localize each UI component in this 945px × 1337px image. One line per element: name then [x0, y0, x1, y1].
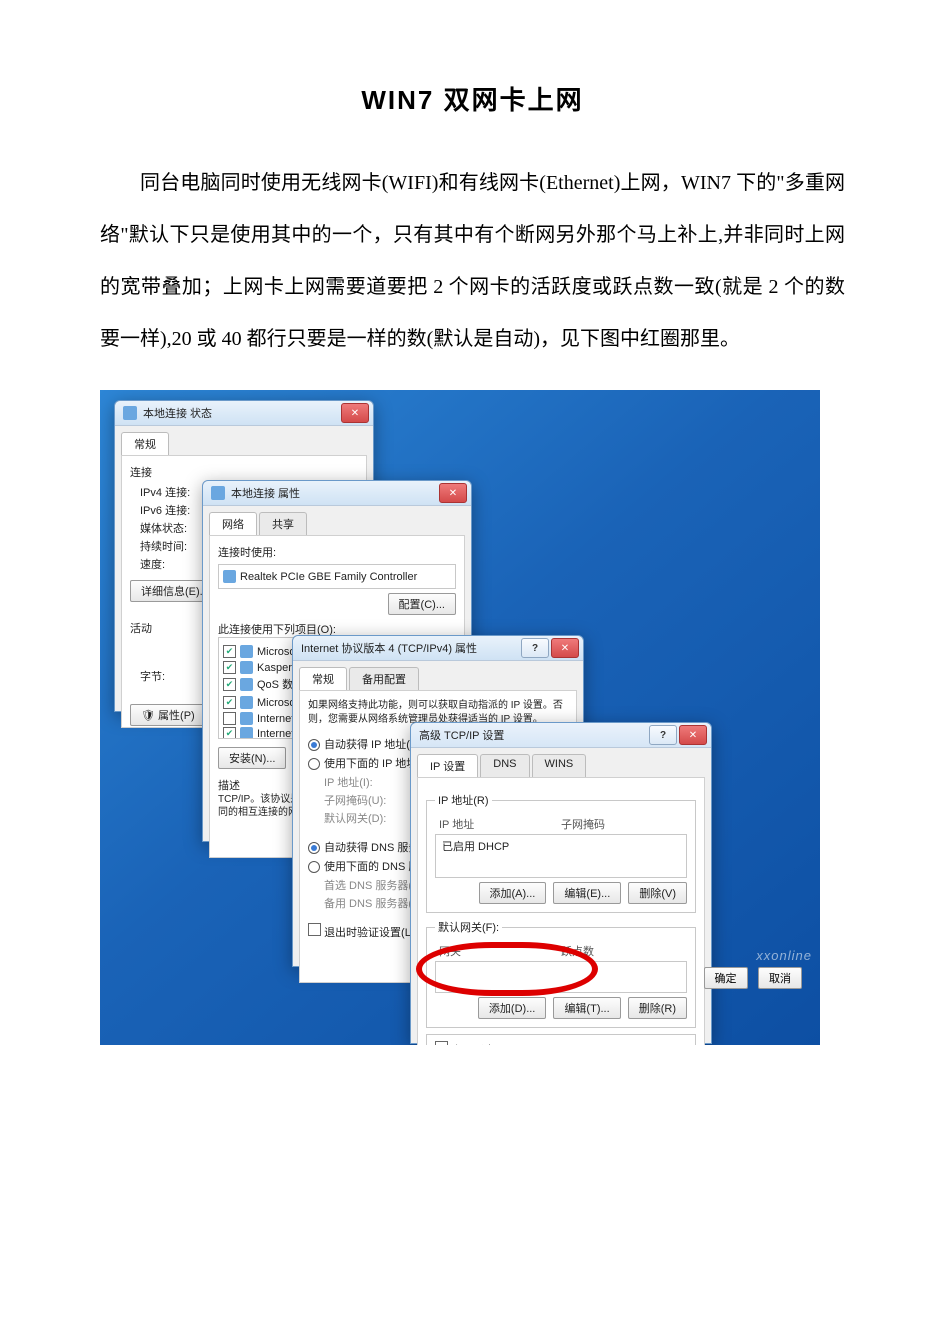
delete-gw-button[interactable]: 删除(R): [628, 997, 687, 1019]
ipv6-label: IPv6 连接:: [140, 502, 190, 518]
radio-use-dns[interactable]: [308, 861, 320, 873]
section-connection: 连接: [130, 464, 358, 480]
auto-metric-checkbox[interactable]: [435, 1041, 448, 1045]
tab-ip-settings[interactable]: IP 设置: [417, 754, 478, 777]
window-icon: [123, 406, 137, 420]
tab-dns[interactable]: DNS: [480, 754, 529, 777]
use-dns-label: 使用下面的 DNS 服: [324, 861, 419, 873]
col-mask: 子网掩码: [561, 816, 683, 832]
close-button[interactable]: ✕: [551, 638, 579, 658]
add-gw-button[interactable]: 添加(D)...: [478, 997, 546, 1019]
doc-title: WIN7 双网卡上网: [100, 80, 845, 117]
gateway-group: 默认网关(F): 网关跃点数 添加(D)... 编辑(T)... 删除(R): [426, 919, 696, 1028]
ip-address-legend: IP 地址(R): [435, 792, 492, 808]
tab-alt-config[interactable]: 备用配置: [349, 667, 419, 690]
checkbox-checked-icon[interactable]: ✔: [223, 678, 236, 691]
gateway-label: 默认网关(D):: [324, 810, 386, 826]
component-icon: [240, 727, 253, 739]
configure-button[interactable]: 配置(C)...: [388, 593, 456, 615]
radio-auto-ip[interactable]: [308, 739, 320, 751]
component-icon: [240, 696, 253, 709]
adapter-icon: [223, 570, 236, 583]
close-button[interactable]: ✕: [679, 725, 707, 745]
auto-ip-label: 自动获得 IP 地址(O): [324, 739, 422, 751]
tab-general[interactable]: 常规: [121, 432, 169, 455]
media-label: 媒体状态:: [140, 520, 187, 536]
gateway-list[interactable]: [435, 961, 687, 993]
window-icon: [211, 486, 225, 500]
tab-network[interactable]: 网络: [209, 512, 257, 535]
tab-general[interactable]: 常规: [299, 667, 347, 690]
watermark: xxonline: [756, 948, 812, 963]
checkbox-checked-icon[interactable]: ✔: [223, 727, 236, 739]
component-icon: [240, 645, 253, 658]
validate-label: 退出时验证设置(L): [324, 927, 414, 939]
subnet-mask-label: 子网掩码(U):: [324, 792, 386, 808]
window-advanced-tcpip: 高级 TCP/IP 设置 ? ✕ IP 设置 DNS WINS IP 地址(R)…: [410, 722, 712, 1044]
ip-address-label: IP 地址(I):: [324, 774, 373, 790]
checkbox-checked-icon[interactable]: ✔: [223, 661, 236, 674]
component-icon: [240, 678, 253, 691]
component-icon: [240, 712, 253, 725]
checkbox-unchecked-icon[interactable]: [223, 712, 236, 725]
ok-button[interactable]: 确定: [704, 967, 748, 989]
delete-ip-button[interactable]: 删除(V): [628, 882, 687, 904]
tab-share[interactable]: 共享: [259, 512, 307, 535]
window-title: 高级 TCP/IP 设置: [419, 727, 647, 743]
window-title: 本地连接 状态: [143, 405, 339, 421]
ip-address-group: IP 地址(R) IP 地址子网掩码 已启用 DHCP 添加(A)... 编辑(…: [426, 792, 696, 913]
dhcp-enabled: 已启用 DHCP: [442, 841, 509, 853]
duration-label: 持续时间:: [140, 538, 187, 554]
properties-button[interactable]: 🛡 属性(P): [130, 704, 206, 726]
checkbox-checked-icon[interactable]: ✔: [223, 645, 236, 658]
connect-using-label: 连接时使用:: [218, 544, 456, 560]
col-metric: 跃点数: [561, 943, 683, 959]
close-button[interactable]: ✕: [439, 483, 467, 503]
ipv4-label: IPv4 连接:: [140, 484, 190, 500]
speed-label: 速度:: [140, 556, 165, 572]
col-ip: IP 地址: [439, 816, 561, 832]
bytes-label: 字节:: [140, 668, 165, 684]
install-button[interactable]: 安装(N)...: [218, 747, 286, 769]
component-icon: [240, 661, 253, 674]
ip-list[interactable]: 已启用 DHCP: [435, 834, 687, 878]
cancel-button[interactable]: 取消: [758, 967, 802, 989]
edit-gw-button[interactable]: 编辑(T)...: [553, 997, 620, 1019]
validate-checkbox[interactable]: [308, 923, 321, 936]
window-title: Internet 协议版本 4 (TCP/IPv4) 属性: [301, 640, 519, 656]
window-title: 本地连接 属性: [231, 485, 437, 501]
screenshot-container: 本地连接 状态 ✕ 常规 连接 IPv4 连接:Internet IPv6 连接…: [100, 390, 820, 1045]
tab-wins[interactable]: WINS: [532, 754, 587, 777]
doc-paragraph: 同台电脑同时使用无线网卡(WIFI)和有线网卡(Ethernet)上网，WIN7…: [100, 157, 845, 365]
adapter-name: Realtek PCIe GBE Family Controller: [240, 571, 417, 583]
gateway-legend: 默认网关(F):: [435, 919, 502, 935]
help-button[interactable]: ?: [521, 638, 549, 658]
close-button[interactable]: ✕: [341, 403, 369, 423]
metric-group: 自动跃点(U) 接口跃点数(N): 20: [426, 1034, 696, 1045]
radio-auto-dns[interactable]: [308, 842, 320, 854]
edit-ip-button[interactable]: 编辑(E)...: [553, 882, 621, 904]
col-gateway: 网关: [439, 943, 561, 959]
add-ip-button[interactable]: 添加(A)...: [479, 882, 547, 904]
use-ip-label: 使用下面的 IP 地址: [324, 758, 417, 770]
radio-use-ip[interactable]: [308, 758, 320, 770]
help-button[interactable]: ?: [649, 725, 677, 745]
checkbox-checked-icon[interactable]: ✔: [223, 696, 236, 709]
